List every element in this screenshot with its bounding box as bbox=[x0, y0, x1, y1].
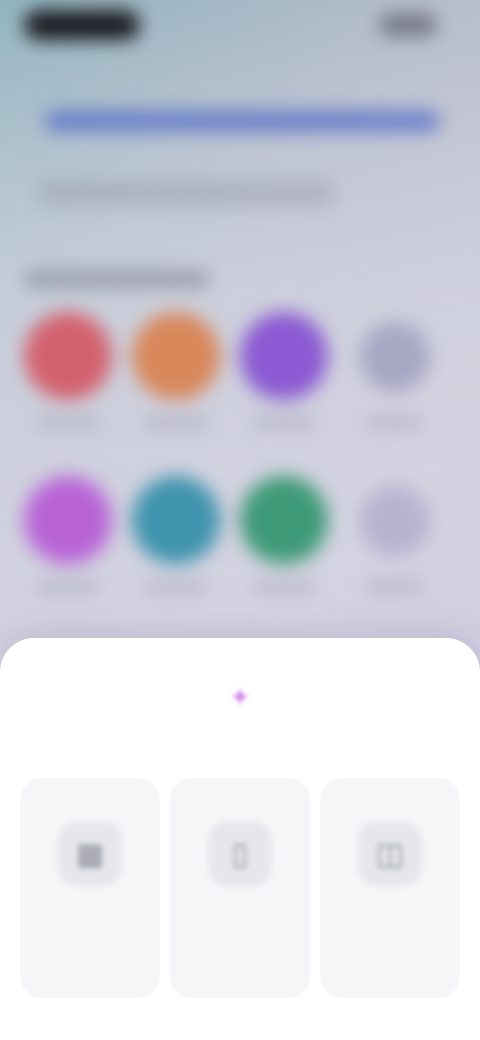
option-label bbox=[328, 932, 452, 956]
tablet-icon: ▯ bbox=[208, 822, 272, 886]
category-circle bbox=[240, 476, 328, 564]
status-bar-indicators bbox=[380, 14, 436, 36]
window-icon: ◫ bbox=[358, 822, 422, 886]
option-row: ▦ ▯ ◫ bbox=[20, 778, 460, 998]
category-circle bbox=[240, 312, 328, 400]
category-label bbox=[366, 582, 422, 592]
sparkle-icon: ✦ bbox=[229, 681, 251, 712]
category-circle bbox=[24, 476, 112, 564]
category-label bbox=[36, 582, 100, 592]
bottom-sheet: ✦ ▦ ▯ ◫ bbox=[0, 638, 480, 1040]
option-card-3[interactable]: ◫ bbox=[320, 778, 460, 998]
option-label bbox=[178, 932, 302, 956]
category-label bbox=[366, 418, 422, 428]
option-card-1[interactable]: ▦ bbox=[20, 778, 160, 998]
category-label bbox=[144, 582, 208, 592]
category-circle bbox=[132, 476, 220, 564]
category-label bbox=[252, 418, 316, 428]
category-circle bbox=[24, 312, 112, 400]
option-card-2[interactable]: ▯ bbox=[170, 778, 310, 998]
section-label bbox=[24, 270, 210, 288]
category-label bbox=[252, 582, 316, 592]
sheet-title bbox=[140, 722, 340, 752]
category-circle bbox=[360, 486, 430, 556]
blurred-background bbox=[0, 0, 480, 680]
category-circle bbox=[360, 322, 430, 392]
option-label bbox=[28, 932, 152, 956]
category-label bbox=[144, 418, 208, 428]
category-label bbox=[36, 418, 100, 428]
search-bar bbox=[36, 180, 336, 206]
app-screen: ✦ ▦ ▯ ◫ bbox=[0, 0, 480, 1040]
hero-heading bbox=[44, 110, 440, 132]
grid-icon: ▦ bbox=[58, 822, 122, 886]
status-bar-pill bbox=[24, 10, 140, 40]
category-circle bbox=[132, 312, 220, 400]
